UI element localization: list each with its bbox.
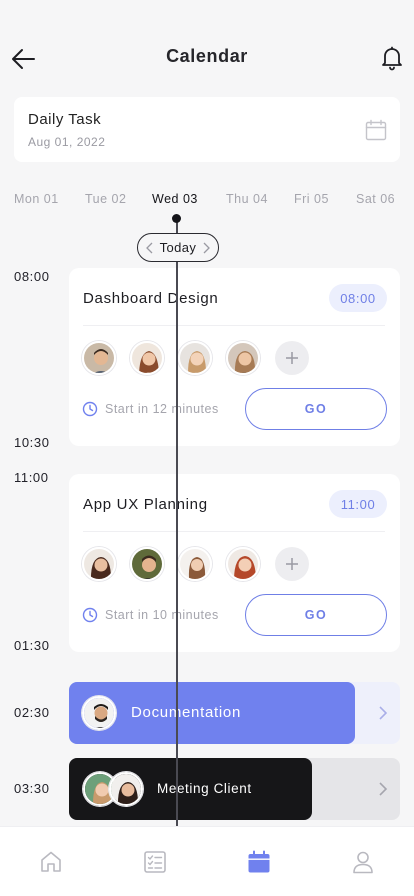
- clock-icon: [82, 607, 98, 623]
- event-card[interactable]: Dashboard Design 08:00 Start in 12 minut…: [69, 268, 400, 446]
- time-label: 11:00: [14, 470, 49, 485]
- avatar[interactable]: [226, 341, 260, 375]
- day-sat[interactable]: Sat 06: [356, 192, 395, 206]
- event-title: App UX Planning: [83, 496, 208, 513]
- meeting-client-title: Meeting Client: [157, 781, 252, 796]
- chevron-right-icon[interactable]: [378, 781, 388, 797]
- page-title: Calendar: [166, 46, 248, 66]
- time-label: 10:30: [14, 435, 50, 450]
- avatar: [109, 772, 143, 806]
- calendar-picker-icon[interactable]: [365, 119, 387, 141]
- avatar[interactable]: [178, 341, 212, 375]
- avatar[interactable]: [130, 547, 164, 581]
- time-label: 02:30: [14, 705, 50, 720]
- divider: [83, 531, 385, 532]
- time-label: 01:30: [14, 638, 50, 653]
- bell-icon[interactable]: [380, 45, 404, 71]
- timeline-dot: [172, 214, 181, 223]
- go-button[interactable]: GO: [245, 594, 387, 636]
- time-label: 03:30: [14, 781, 50, 796]
- task-title: Daily Task: [28, 111, 102, 128]
- chevron-right-icon[interactable]: [378, 705, 388, 721]
- task-date: Aug 01, 2022: [28, 135, 106, 149]
- go-button[interactable]: GO: [245, 388, 387, 430]
- add-member-button[interactable]: [275, 547, 309, 581]
- add-member-button[interactable]: [275, 341, 309, 375]
- avatar[interactable]: [130, 341, 164, 375]
- avatar[interactable]: [82, 547, 116, 581]
- avatar: [82, 696, 116, 730]
- time-label: 08:00: [14, 269, 50, 284]
- today-label: Today: [159, 240, 197, 255]
- home-icon[interactable]: [38, 849, 64, 875]
- event-time-badge: 11:00: [329, 490, 387, 518]
- chevron-right-icon[interactable]: [201, 241, 211, 255]
- day-strip: Mon 01 Tue 02 Wed 03 Thu 04 Fri 05 Sat 0…: [0, 192, 414, 210]
- day-tue[interactable]: Tue 02: [85, 192, 126, 206]
- day-wed-active[interactable]: Wed 03: [152, 192, 198, 206]
- start-countdown: Start in 12 minutes: [105, 402, 219, 416]
- current-time-line: [176, 219, 178, 826]
- event-time-badge: 08:00: [329, 284, 387, 312]
- calendar-icon[interactable]: [246, 849, 272, 875]
- start-countdown: Start in 10 minutes: [105, 608, 219, 622]
- event-title: Dashboard Design: [83, 290, 219, 307]
- plus-icon: [286, 352, 298, 364]
- avatar[interactable]: [178, 547, 212, 581]
- avatar[interactable]: [226, 547, 260, 581]
- tasks-icon[interactable]: [142, 849, 168, 875]
- day-thu[interactable]: Thu 04: [226, 192, 268, 206]
- profile-icon[interactable]: [350, 849, 376, 875]
- daily-task-card[interactable]: Daily Task Aug 01, 2022: [14, 97, 400, 162]
- chevron-left-icon[interactable]: [145, 241, 155, 255]
- clock-icon: [82, 401, 98, 417]
- event-card[interactable]: App UX Planning 11:00 Start in 10 minute…: [69, 474, 400, 652]
- day-mon[interactable]: Mon 01: [14, 192, 59, 206]
- divider: [83, 325, 385, 326]
- plus-icon: [286, 558, 298, 570]
- documentation-title: Documentation: [131, 704, 241, 721]
- day-fri[interactable]: Fri 05: [294, 192, 329, 206]
- avatar[interactable]: [82, 341, 116, 375]
- bottom-nav: [0, 826, 414, 896]
- today-pill[interactable]: Today: [137, 233, 219, 262]
